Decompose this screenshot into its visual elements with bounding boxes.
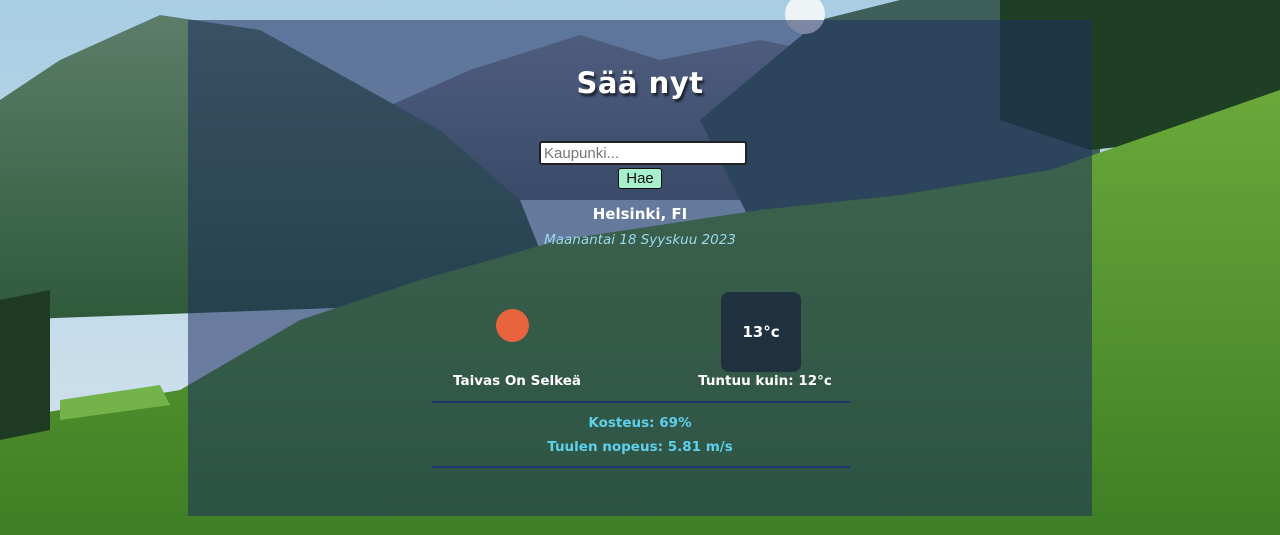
temperature-value: 13°c <box>742 323 780 341</box>
divider-bottom <box>432 466 850 468</box>
feels-like: Tuntuu kuin: 12°c <box>698 373 832 389</box>
search-button[interactable]: Hae <box>618 168 662 189</box>
location-date: Maanantai 18 Syyskuu 2023 <box>544 232 736 248</box>
sun-icon <box>496 309 529 342</box>
location-city: Helsinki, FI <box>592 205 688 223</box>
wind-speed: Tuulen nopeus: 5.81 m/s <box>547 439 733 455</box>
divider-top <box>432 401 850 403</box>
page-title: Sää nyt <box>576 66 704 100</box>
weather-condition: Taivas On Selkeä <box>452 373 582 389</box>
weather-app: Sää nyt Hae Helsinki, FI Maanantai 18 Sy… <box>0 0 1280 535</box>
humidity: Kosteus: 69% <box>588 415 692 431</box>
city-search-input[interactable] <box>539 141 747 165</box>
temperature-box: 13°c <box>721 292 801 372</box>
